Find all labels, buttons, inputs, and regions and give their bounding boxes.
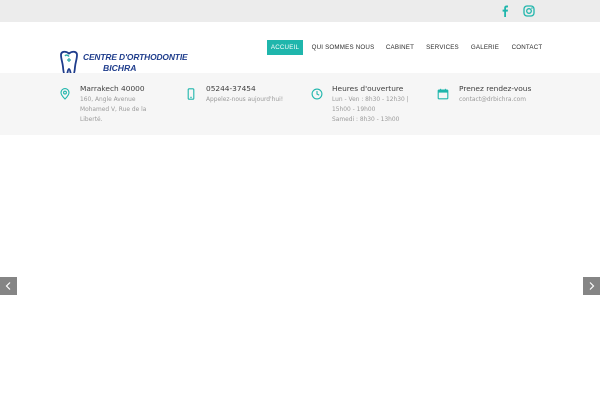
address-title: Marrakech 40000 — [80, 84, 145, 93]
top-bar — [0, 0, 600, 22]
info-bar: Marrakech 40000 160, Angle Avenue Mohame… — [0, 73, 600, 135]
appointment-title: Prenez rendez-vous — [459, 84, 532, 93]
nav-item-accueil[interactable]: ACCUEIL — [267, 40, 303, 55]
clock-icon — [311, 88, 323, 100]
logo-text-line1: CENTRE D'ORTHODONTIE — [83, 52, 188, 62]
hours-title: Heures d'ouverture — [332, 84, 404, 93]
nav-item-contact[interactable]: CONTACT — [510, 40, 544, 55]
logo-text-line2: BICHRA — [103, 63, 137, 73]
hero-slider — [0, 135, 600, 400]
nav-item-qui-sommes-nous[interactable]: QUI SOMMES NOUS — [311, 40, 375, 55]
slider-next-button[interactable] — [583, 277, 600, 295]
phone-subtitle: Appelez-nous aujourd'hui! — [206, 97, 284, 103]
instagram-icon — [523, 5, 535, 17]
phone-title: 05244-37454 — [206, 84, 256, 93]
mobile-phone-icon — [185, 88, 197, 100]
hours-line-2: 15h00 - 19h00 — [332, 107, 376, 113]
address-line-2: Mohamed V, Rue de la — [80, 107, 147, 113]
email-link[interactable]: contact@drbichra.com — [459, 95, 526, 105]
page: CENTRE D'ORTHODONTIE BICHRA ACCUEIL QUI … — [0, 0, 600, 400]
nav-item-galerie[interactable]: GALERIE — [469, 40, 501, 55]
hours-line-1: Lun - Ven : 8h30 - 12h30 | — [332, 97, 409, 103]
calendar-icon — [437, 88, 449, 100]
nav-item-cabinet[interactable]: CABINET — [384, 40, 416, 55]
nav-item-services[interactable]: SERVICES — [425, 40, 460, 55]
map-pin-icon — [59, 88, 71, 100]
facebook-link[interactable] — [499, 5, 511, 17]
chevron-right-icon — [589, 282, 595, 290]
slider-prev-button[interactable] — [0, 277, 17, 295]
address-line-1: 160, Angle Avenue — [80, 97, 136, 103]
chevron-left-icon — [5, 282, 11, 290]
hours-line-3: Samedi : 8h30 - 13h00 — [332, 117, 400, 123]
facebook-icon — [502, 5, 508, 17]
instagram-link[interactable] — [523, 5, 535, 17]
address-line-3: Liberté. — [80, 117, 103, 123]
